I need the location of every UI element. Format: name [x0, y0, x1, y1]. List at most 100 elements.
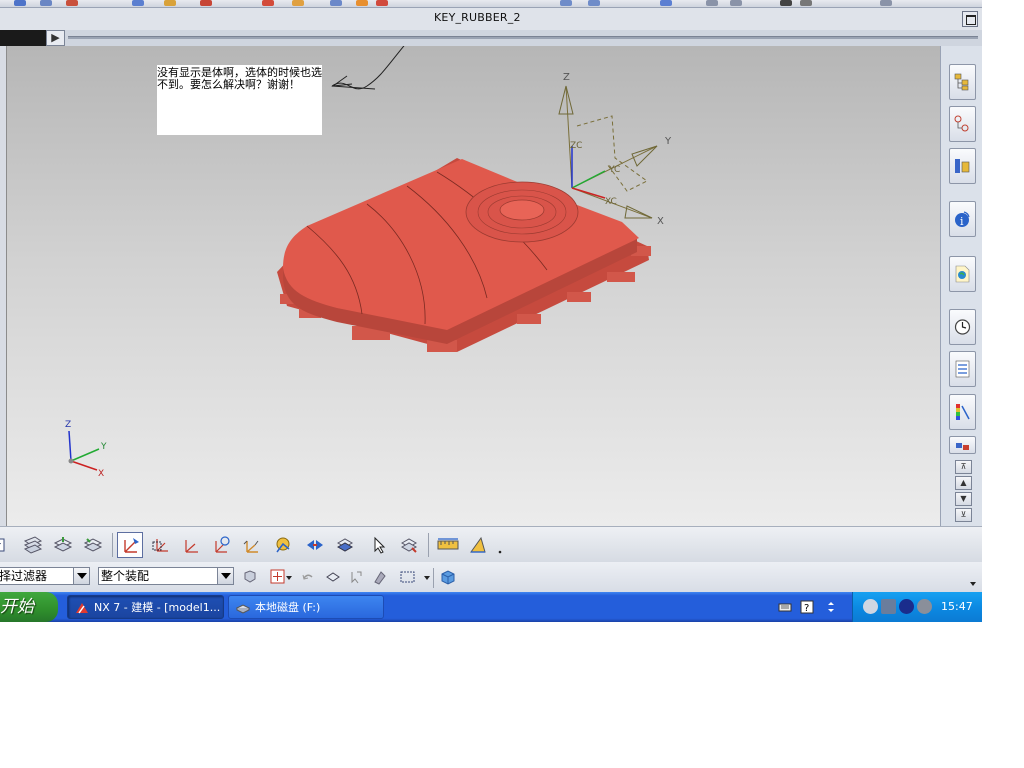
scroll-down-button[interactable]: ▼	[955, 492, 972, 506]
web-browser-button[interactable]	[949, 256, 976, 292]
layer-settings-button[interactable]	[20, 532, 46, 558]
view-triad: Z Y X	[65, 420, 107, 479]
chevron-down-icon[interactable]	[73, 568, 89, 584]
toolbar-separator	[433, 568, 434, 588]
rotate-wcs-button[interactable]	[178, 532, 204, 558]
highlight-icon[interactable]	[372, 569, 388, 585]
scroll-bottom-button[interactable]: ⊻	[955, 508, 972, 522]
toolbar-separator	[428, 533, 429, 557]
snap-dropdown-icon[interactable]	[286, 576, 292, 580]
move-to-layer-button[interactable]	[50, 532, 76, 558]
select-cursor-button[interactable]	[366, 532, 392, 558]
chevron-down-icon[interactable]	[217, 568, 233, 584]
audio-wave-icon[interactable]	[899, 599, 914, 614]
keyboard-icon[interactable]	[778, 600, 792, 614]
toolbar-icon[interactable]	[262, 0, 274, 6]
triad-y-label: Y	[664, 136, 672, 147]
taskbar-item-drive[interactable]: 本地磁盘 (F:)	[228, 595, 384, 619]
scroll-up-button[interactable]: ▲	[955, 476, 972, 490]
toolbar-overflow-button[interactable]	[492, 532, 504, 558]
part-navigator-icon	[955, 159, 970, 173]
selection-scope-select[interactable]: 整个装配	[98, 567, 234, 585]
language-bar-icon[interactable]	[824, 600, 838, 614]
select-face-button[interactable]	[332, 532, 358, 558]
toolbar-icon[interactable]	[730, 0, 742, 6]
system-materials-button[interactable]	[949, 351, 976, 387]
orient-wcs-button[interactable]	[208, 532, 234, 558]
clock[interactable]: 15:47	[941, 592, 973, 622]
cube-icon[interactable]	[440, 569, 456, 585]
rotate-wcs-icon	[185, 540, 198, 553]
more-resources-button[interactable]	[949, 436, 976, 454]
assembly-navigator-button[interactable]	[949, 64, 976, 100]
constraint-navigator-button[interactable]	[949, 106, 976, 142]
taskbar-item-nx[interactable]: NX 7 - 建模 - [model1...	[67, 595, 224, 619]
toolbar-icon[interactable]	[66, 0, 78, 6]
taskbar-item-label: 本地磁盘 (F:)	[255, 601, 321, 614]
graphics-viewport[interactable]: 没有显示是体啊，选体的时候也选不到。要怎么解决啊？谢谢！ Z Y X ZC YC…	[6, 46, 940, 526]
network-icon[interactable]	[863, 599, 878, 614]
toolbar-icon[interactable]	[706, 0, 718, 6]
restore-window-button[interactable]	[962, 11, 978, 27]
toolbar-icon[interactable]	[356, 0, 368, 6]
part-navigator-button[interactable]	[949, 148, 976, 184]
rectangle-dropdown-icon[interactable]	[424, 576, 430, 580]
color-scale-icon	[956, 404, 970, 420]
selection-intent-icon[interactable]	[348, 569, 364, 585]
toolbar-icon[interactable]	[780, 0, 792, 6]
dropdown-button[interactable]	[0, 532, 10, 558]
toolbar-icon[interactable]	[292, 0, 304, 6]
toolbar-icon[interactable]	[330, 0, 342, 6]
start-button[interactable]: 开始	[0, 592, 58, 622]
scroll-top-button[interactable]: ⊼	[955, 460, 972, 474]
triad-yc-label: YC	[608, 165, 620, 175]
select-all-button[interactable]	[302, 532, 328, 558]
toolbar-icon[interactable]	[376, 0, 388, 6]
wcs-origin-icon	[152, 539, 168, 552]
toolbar-icon[interactable]	[132, 0, 144, 6]
toolbar-options-icon[interactable]	[970, 582, 976, 586]
callout-arrow-line	[331, 85, 376, 90]
toolbar-icon[interactable]	[880, 0, 892, 6]
key-rubber-model[interactable]	[277, 158, 651, 352]
visualization-button[interactable]	[949, 394, 976, 430]
expand-arrow-button[interactable]: ▶	[46, 30, 65, 46]
measure-distance-button[interactable]	[434, 532, 460, 558]
assembly-filter-icon[interactable]	[242, 569, 258, 585]
select-body-button[interactable]	[396, 532, 422, 558]
selection-toolbar	[0, 526, 982, 562]
save-wcs-button[interactable]	[270, 532, 296, 558]
history-button[interactable]	[949, 309, 976, 345]
volume-icon[interactable]	[917, 599, 932, 614]
help-icon[interactable]: ?	[800, 600, 814, 614]
type-filter-select[interactable]: 择过滤器	[0, 567, 90, 585]
display-icon[interactable]	[881, 599, 896, 614]
save-wcs-icon	[276, 537, 290, 553]
snap-point-icon[interactable]	[270, 569, 286, 585]
callout-arrow-head	[331, 75, 353, 87]
toolbar-icon[interactable]	[560, 0, 572, 6]
web-page-icon	[955, 265, 970, 283]
toolbar-icon[interactable]	[588, 0, 600, 6]
list-icon	[955, 360, 970, 378]
copy-to-layer-button[interactable]	[80, 532, 106, 558]
toolbar-icon[interactable]	[200, 0, 212, 6]
undo-selection-icon[interactable]	[300, 569, 316, 585]
toolbar-icon[interactable]	[40, 0, 52, 6]
triad-z-label: Z	[563, 72, 570, 83]
reuse-library-button[interactable]: i	[949, 201, 976, 237]
triad-xc-label: XC	[605, 197, 617, 207]
angle-icon	[470, 536, 486, 553]
rectangle-select-icon[interactable]	[400, 569, 416, 585]
select-face-icon	[336, 538, 354, 552]
toolbar-icon[interactable]	[14, 0, 26, 6]
toolbar-icon[interactable]	[164, 0, 176, 6]
measure-angle-button[interactable]	[465, 532, 491, 558]
wcs-display-button[interactable]	[238, 532, 264, 558]
select-body-filter-icon[interactable]	[325, 569, 341, 585]
wcs-origin-button[interactable]	[148, 532, 174, 558]
viewport-graphics: Z Y X ZC YC XC Z Y X	[65, 46, 672, 479]
wcs-dynamics-button[interactable]	[117, 532, 143, 558]
toolbar-icon[interactable]	[800, 0, 812, 6]
toolbar-icon[interactable]	[660, 0, 672, 6]
